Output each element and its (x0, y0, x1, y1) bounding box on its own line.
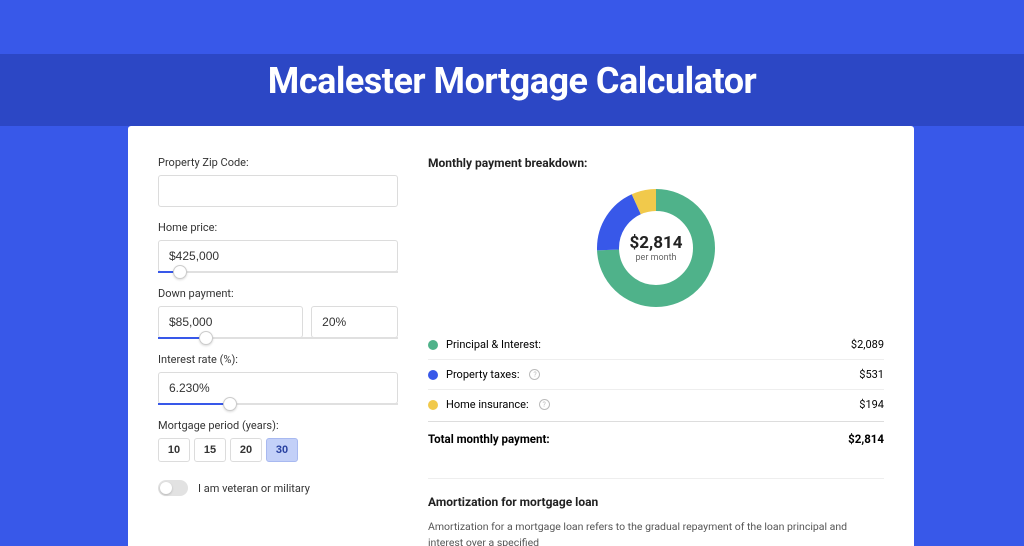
breakdown-title: Monthly payment breakdown: (428, 156, 884, 170)
zip-field-group: Property Zip Code: (158, 156, 398, 207)
breakdown-column: Monthly payment breakdown: $2,814 per mo… (428, 156, 884, 546)
veteran-label: I am veteran or military (198, 482, 310, 495)
donut-center: $2,814 per month (630, 233, 683, 263)
legend-dot (428, 400, 438, 410)
calculator-card: Property Zip Code: Home price: Down paym… (128, 126, 914, 546)
donut-chart: $2,814 per month (592, 184, 720, 312)
period-label: Mortgage period (years): (158, 419, 398, 432)
period-button-20[interactable]: 20 (230, 438, 262, 462)
period-button-10[interactable]: 10 (158, 438, 190, 462)
breakdown-row: Property taxes:? $531 (428, 360, 884, 390)
period-button-30[interactable]: 30 (266, 438, 298, 462)
total-value: $2,814 (848, 432, 884, 446)
total-label: Total monthly payment: (428, 432, 550, 446)
breakdown-value: $194 (859, 398, 884, 411)
breakdown-value: $2,089 (851, 338, 884, 351)
amortization-title: Amortization for mortgage loan (428, 495, 884, 509)
breakdown-label: Property taxes: (446, 368, 519, 381)
toggle-knob (160, 482, 172, 494)
period-button-15[interactable]: 15 (194, 438, 226, 462)
down-label: Down payment: (158, 287, 398, 300)
legend-dot (428, 370, 438, 380)
donut-sub: per month (630, 253, 683, 263)
zip-label: Property Zip Code: (158, 156, 398, 169)
price-slider-thumb[interactable] (173, 265, 187, 279)
rate-slider-thumb[interactable] (223, 397, 237, 411)
rate-slider[interactable] (158, 403, 398, 405)
breakdown-row: Principal & Interest: $2,089 (428, 330, 884, 360)
down-slider[interactable] (158, 337, 398, 339)
down-amount-input[interactable] (158, 306, 303, 338)
rate-label: Interest rate (%): (158, 353, 398, 366)
info-icon[interactable]: ? (539, 399, 550, 410)
breakdown-label: Home insurance: (446, 398, 529, 411)
down-slider-thumb[interactable] (199, 331, 213, 345)
veteran-toggle-row: I am veteran or military (158, 480, 398, 496)
rate-field-group: Interest rate (%): (158, 353, 398, 405)
amortization-block: Amortization for mortgage loan Amortizat… (428, 478, 884, 546)
breakdown-value: $531 (859, 368, 884, 381)
price-input[interactable] (158, 240, 398, 272)
period-field-group: Mortgage period (years): 10152030 (158, 419, 398, 462)
info-icon[interactable]: ? (529, 369, 540, 380)
zip-input[interactable] (158, 175, 398, 207)
form-column: Property Zip Code: Home price: Down paym… (158, 156, 398, 546)
breakdown-total-row: Total monthly payment: $2,814 (428, 421, 884, 456)
page-title: Mcalester Mortgage Calculator (0, 0, 1024, 102)
price-label: Home price: (158, 221, 398, 234)
donut-chart-wrap: $2,814 per month (428, 184, 884, 312)
rate-input[interactable] (158, 372, 398, 404)
price-field-group: Home price: (158, 221, 398, 273)
down-field-group: Down payment: (158, 287, 398, 339)
breakdown-label: Principal & Interest: (446, 338, 541, 351)
donut-value: $2,814 (630, 233, 683, 253)
breakdown-row: Home insurance:? $194 (428, 390, 884, 419)
price-slider[interactable] (158, 271, 398, 273)
amortization-text: Amortization for a mortgage loan refers … (428, 519, 884, 546)
legend-dot (428, 340, 438, 350)
veteran-toggle[interactable] (158, 480, 188, 496)
down-percent-input[interactable] (311, 306, 398, 338)
